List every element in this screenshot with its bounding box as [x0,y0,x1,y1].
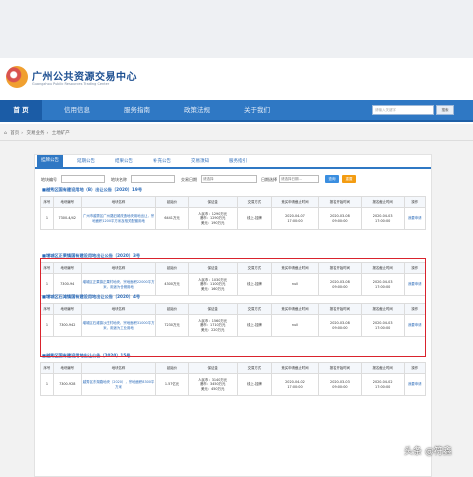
nav-item-service[interactable]: 服务指南 [112,100,162,120]
nav-item-about[interactable]: 关于我们 [232,100,282,120]
sub-tabs: 挂牌公告 延期公告 结果公告 补充公告 交易须知 服务指引 [35,155,431,169]
cell-price: 1.57亿元 [155,373,189,396]
cell-name[interactable]: 广州市越秀区广州路旧城改造地块用地出让，宗地面积1200平方米及相关配套用地 [80,207,157,230]
watermark: 头条 @符鑫 [404,447,452,457]
cell-price: 6441万元 [155,207,189,230]
filter-label-date: 交易日期 [181,177,197,182]
search-input[interactable]: 请输入关键字 [372,105,434,115]
date-picker-input[interactable]: 请选择日期... [279,175,319,183]
tab-guide[interactable]: 服务指引 [229,158,247,164]
column-header: 序号 [40,196,54,208]
cell-deadline: 2020-04-07 17:00:00 [270,207,320,230]
nav-item-credit[interactable]: 信用信息 [52,100,102,120]
cell-name[interactable]: 越秀区东湖路地块（2020），宗地面积8300平方米 [80,373,157,396]
filter-label-name: 地块名称 [111,177,127,182]
cell-method: 线上-挂牌 [236,207,272,230]
tab-extension[interactable]: 延期公告 [77,158,95,164]
listing-table: 序号 地块编号 地块名称 起始价 保证金 交易方式 竞买申请截止时间 报名开始时间 报名截止时间… [40,196,427,230]
plot-code-input[interactable] [61,175,105,183]
table-row: 1 7300-4/42 广州市越秀区广州路旧城改造地块用地出让，宗地面积1200平方… [40,207,427,230]
nav-item-home[interactable]: 首 页 [0,100,42,120]
cell-action[interactable]: 我要申请 [403,373,427,396]
cell-no: 1 [40,207,54,230]
column-header: 地块名称 [80,196,157,208]
breadcrumb: ⌂ 首页 › 交易业务 › 土地矿产 [4,131,70,136]
table-header-row: 序号 地块编号 地块名称 起始价 保证金 交易方式 竞买申请截止时间 报名开始时间 报名截止时间… [40,196,427,208]
group-title[interactable]: ■越秀区国有建设用地（B）出让公告〔2020〕19号 [42,187,142,193]
cell-action[interactable]: 我要申请 [403,207,427,230]
cell-no: 1 [40,373,54,396]
column-header: 地块名称 [80,362,157,374]
column-header: 报名截止时间 [360,362,405,374]
column-header: 序号 [40,362,54,374]
tab-listing[interactable]: 挂牌公告 [37,155,63,167]
column-header: 操作 [403,196,427,208]
column-header: 地块编号 [52,196,82,208]
cell-deposit: 人民币：1290万元 港币：1290万元 美元：190万元 [187,207,238,230]
main-nav: 首 页 信用信息 服务指南 政策法规 关于我们 请输入关键字 搜索 [0,100,473,122]
column-header: 操作 [403,362,427,374]
column-header: 保证金 [187,196,238,208]
query-button[interactable]: 查询 [325,175,339,183]
cell-code: 7300-4/42 [52,207,82,230]
table-header-row: 序号 地块编号 地块名称 起始价 保证金 交易方式 竞买申请截止时间 报名开始时间 报名截止时间… [40,362,427,374]
cell-end: 2020-04-02 17:00:00 [360,373,405,396]
column-header: 报名开始时间 [318,196,362,208]
breadcrumb-land[interactable]: 土地矿产 [52,131,70,136]
search-button[interactable]: 搜索 [436,105,454,115]
column-header: 交易方式 [236,196,272,208]
highlight-box [40,258,426,357]
column-header: 交易方式 [236,362,272,374]
tab-notice[interactable]: 交易须知 [191,158,209,164]
nav-item-policy[interactable]: 政策法规 [172,100,222,120]
breadcrumb-trading[interactable]: 交易业务 [27,131,45,136]
site-header: 广州公共资源交易中心 Guangzhou Public Resources Tr… [0,58,473,100]
cell-end: 2020-04-03 17:00:00 [360,207,405,230]
cell-deadline: 2020-04-02 17:00:00 [270,373,320,396]
listing-table: 序号 地块编号 地块名称 起始价 保证金 交易方式 竞买申请截止时间 报名开始时间 报名截止时间… [40,362,427,396]
site-title: 广州公共资源交易中心 [32,72,137,83]
column-header: 起始价 [155,362,189,374]
table-row: 1 7300-928 越秀区东湖路地块（2020），宗地面积8300平方米 1.57亿… [40,373,427,396]
divider [0,140,473,141]
cell-method: 线上-挂牌 [236,373,272,396]
plot-name-input[interactable] [131,175,175,183]
filter-label-code: 地块编号 [41,177,57,182]
date-select[interactable]: 请选择 [201,175,257,183]
tab-result[interactable]: 结果公告 [115,158,133,164]
cell-deposit: 人民币：3140万元 港币：3450万元 美元：450万元 [187,373,238,396]
cell-start: 2020-03-08 09:00:00 [318,207,362,230]
column-header: 报名开始时间 [318,362,362,374]
top-banner-area [0,0,473,58]
breadcrumb-home[interactable]: 首页 [10,131,19,136]
site-subtitle: Guangzhou Public Resources Trading Cente… [32,82,110,86]
tab-supplement[interactable]: 补充公告 [153,158,171,164]
cell-code: 7300-928 [52,373,82,396]
column-header: 地块编号 [52,362,82,374]
column-header: 竞买申请截止时间 [270,362,320,374]
site-logo-icon[interactable] [6,66,28,88]
home-icon: ⌂ [4,131,7,136]
column-header: 报名截止时间 [360,196,405,208]
column-header: 保证金 [187,362,238,374]
cell-start: 2020-03-03 09:00:00 [318,373,362,396]
column-header: 起始价 [155,196,189,208]
filter-bar: 地块编号 地块名称 交易日期 请选择 日期选择 请选择日期... 查询 重置 [35,174,431,186]
reset-button[interactable]: 重置 [342,175,356,183]
column-header: 竞买申请截止时间 [270,196,320,208]
filter-label-pick: 日期选择 [261,177,277,182]
